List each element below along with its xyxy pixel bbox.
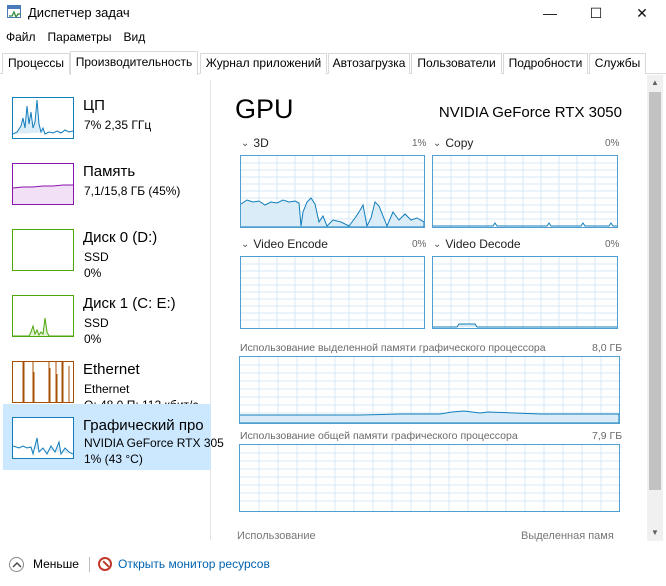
engine-video-decode-graph <box>432 256 618 329</box>
disk1-usage: 0% <box>84 332 102 346</box>
disk1-title: Диск 1 (C: E:) <box>83 295 176 312</box>
ethernet-thumbnail-graph <box>12 361 74 403</box>
disk0-thumbnail-graph <box>12 229 74 271</box>
menu-bar: Файл Параметры Вид <box>0 28 151 48</box>
open-resource-monitor-link[interactable]: Открыть монитор ресурсов <box>118 557 270 571</box>
engine-video-decode-label: Video Decode <box>445 237 521 251</box>
disk0-usage: 0% <box>84 266 102 280</box>
engine-copy-graph <box>432 155 618 228</box>
engine-video-decode-selector[interactable]: ⌄ Video Decode <box>433 237 521 251</box>
tab-services[interactable]: Службы <box>589 53 646 74</box>
scroll-down-arrow-icon[interactable]: ▼ <box>647 525 663 541</box>
gpu-list-usage: 1% (43 °C) <box>84 452 143 466</box>
gpu-list-title: Графический про <box>83 417 204 434</box>
dedicated-memory-graph <box>239 356 620 424</box>
menu-view[interactable]: Вид <box>117 28 151 48</box>
fewer-details-button[interactable]: Меньше <box>33 557 79 571</box>
tab-strip: Процессы Производительность Журнал прило… <box>0 51 666 75</box>
shared-memory-value: 7,9 ГБ <box>592 430 623 442</box>
resource-disk-1[interactable]: Диск 1 (C: E:) SSD 0% <box>3 282 211 348</box>
cpu-usage-text: 7% 2,35 ГГц <box>84 118 152 132</box>
engine-copy-percent: 0% <box>605 138 620 149</box>
cpu-thumbnail-graph <box>12 97 74 139</box>
resource-memory[interactable]: Память 7,1/15,8 ГБ (45%) <box>3 150 211 216</box>
memory-title: Память <box>83 163 136 180</box>
dedicated-memory-footer-label: Выделенная памя <box>521 530 614 542</box>
scroll-up-arrow-icon[interactable]: ▲ <box>647 75 663 91</box>
disk0-title: Диск 0 (D:) <box>83 229 158 246</box>
engine-copy-label: Copy <box>445 136 474 150</box>
ethernet-adapter: Ethernet <box>84 382 130 396</box>
chevron-up-icon[interactable] <box>9 557 24 572</box>
close-button[interactable]: ✕ <box>619 0 665 26</box>
engine-video-encode-label: Video Encode <box>253 237 328 251</box>
usage-label: Использование <box>237 530 316 542</box>
chevron-down-icon: ⌄ <box>241 138 250 149</box>
ethernet-title: Ethernet <box>83 361 140 378</box>
engine-3d-label: 3D <box>253 136 269 150</box>
engine-video-encode-selector[interactable]: ⌄ Video Encode <box>241 237 328 251</box>
dedicated-memory-value: 8,0 ГБ <box>592 342 623 354</box>
tab-details[interactable]: Подробности <box>503 53 588 74</box>
engine-3d-selector[interactable]: ⌄ 3D <box>241 136 269 150</box>
resource-disk-0[interactable]: Диск 0 (D:) SSD 0% <box>3 216 211 282</box>
engine-3d-percent: 1% <box>412 138 427 149</box>
chevron-down-icon: ⌄ <box>241 239 250 250</box>
tab-processes[interactable]: Процессы <box>2 53 70 74</box>
vertical-scrollbar[interactable]: ▲ ▼ <box>647 75 663 541</box>
memory-thumbnail-graph <box>12 163 74 205</box>
engine-copy-selector[interactable]: ⌄ Copy <box>433 136 473 150</box>
gpu-thumbnail-graph <box>12 417 74 459</box>
window-title: Диспетчер задач <box>28 5 130 20</box>
resource-list: ЦП 7% 2,35 ГГц Память 7,1/15,8 ГБ (45%) … <box>3 80 224 540</box>
engine-video-decode-percent: 0% <box>605 239 620 250</box>
resource-gpu[interactable]: Графический про NVIDIA GeForce RTX 305 1… <box>3 404 224 470</box>
dedicated-memory-label: Использование выделенной памяти графичес… <box>240 342 546 354</box>
cpu-title: ЦП <box>83 97 105 114</box>
task-manager-icon <box>7 5 21 18</box>
gpu-list-model: NVIDIA GeForce RTX 305 <box>84 436 224 450</box>
maximize-button[interactable]: ☐ <box>573 0 619 26</box>
chevron-down-icon: ⌄ <box>433 138 442 149</box>
shared-memory-graph <box>239 444 620 512</box>
minimize-button[interactable]: — <box>527 0 573 26</box>
gpu-model-name: NVIDIA GeForce RTX 3050 <box>438 104 622 121</box>
engine-video-encode-percent: 0% <box>412 239 427 250</box>
shared-memory-label: Использование общей памяти графического … <box>240 430 518 442</box>
gpu-heading: GPU <box>235 94 294 124</box>
disk1-thumbnail-graph <box>12 295 74 337</box>
tab-users[interactable]: Пользователи <box>411 53 502 74</box>
title-bar: Диспетчер задач — ☐ ✕ <box>0 0 666 26</box>
disk1-type: SSD <box>84 316 109 330</box>
engine-3d-graph <box>240 155 425 228</box>
menu-file[interactable]: Файл <box>0 28 42 48</box>
footer: Меньше Открыть монитор ресурсов <box>0 550 666 580</box>
tab-startup[interactable]: Автозагрузка <box>328 53 410 74</box>
tab-app-history[interactable]: Журнал приложений <box>200 53 327 74</box>
disk0-type: SSD <box>84 250 109 264</box>
menu-options[interactable]: Параметры <box>42 28 118 48</box>
resource-monitor-icon <box>98 557 112 571</box>
tab-performance[interactable]: Производительность <box>70 51 198 75</box>
memory-usage-text: 7,1/15,8 ГБ (45%) <box>84 184 181 198</box>
engine-video-encode-graph <box>240 256 425 329</box>
scrollbar-thumb[interactable] <box>649 92 661 490</box>
chevron-down-icon: ⌄ <box>433 239 442 250</box>
resource-cpu[interactable]: ЦП 7% 2,35 ГГц <box>3 84 211 150</box>
footer-divider <box>89 557 90 572</box>
